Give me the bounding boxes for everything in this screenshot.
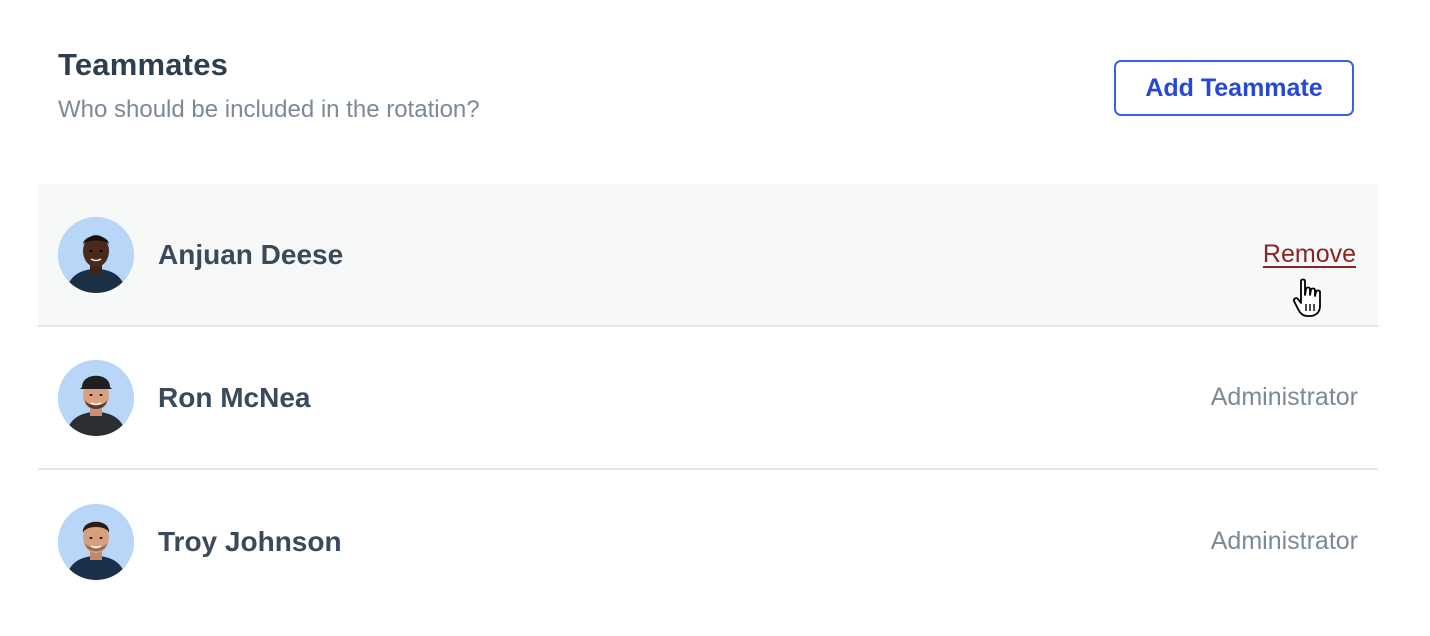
teammate-name: Anjuan Deese (158, 238, 344, 270)
teammate-row[interactable]: Anjuan Deese Remove (38, 184, 1378, 327)
remove-link[interactable]: Remove (1263, 240, 1356, 269)
teammate-name: Ron McNea (158, 381, 311, 413)
teammate-role: Administrator (1210, 383, 1358, 411)
hand-pointer-cursor-icon (1292, 278, 1321, 317)
teammate-row[interactable]: Ron McNea Administrator (38, 327, 1378, 470)
avatar (58, 216, 134, 293)
person-photo-icon (58, 503, 134, 580)
person-photo-icon (58, 216, 134, 293)
teammate-name: Troy Johnson (158, 525, 342, 557)
section-subtitle: Who should be included in the rotation? (58, 96, 480, 123)
teammate-role: Administrator (1210, 527, 1358, 555)
person-photo-icon (58, 359, 134, 436)
teammate-row[interactable]: Troy Johnson Administrator (38, 470, 1378, 613)
avatar (58, 359, 134, 436)
teammate-list: Anjuan Deese Remove Ron McNea Administra… (38, 184, 1378, 613)
section-title: Teammates (58, 47, 229, 82)
add-teammate-button[interactable]: Add Teammate (1114, 60, 1354, 116)
avatar (58, 503, 134, 580)
section-header: Teammates Who should be included in the … (58, 44, 480, 126)
